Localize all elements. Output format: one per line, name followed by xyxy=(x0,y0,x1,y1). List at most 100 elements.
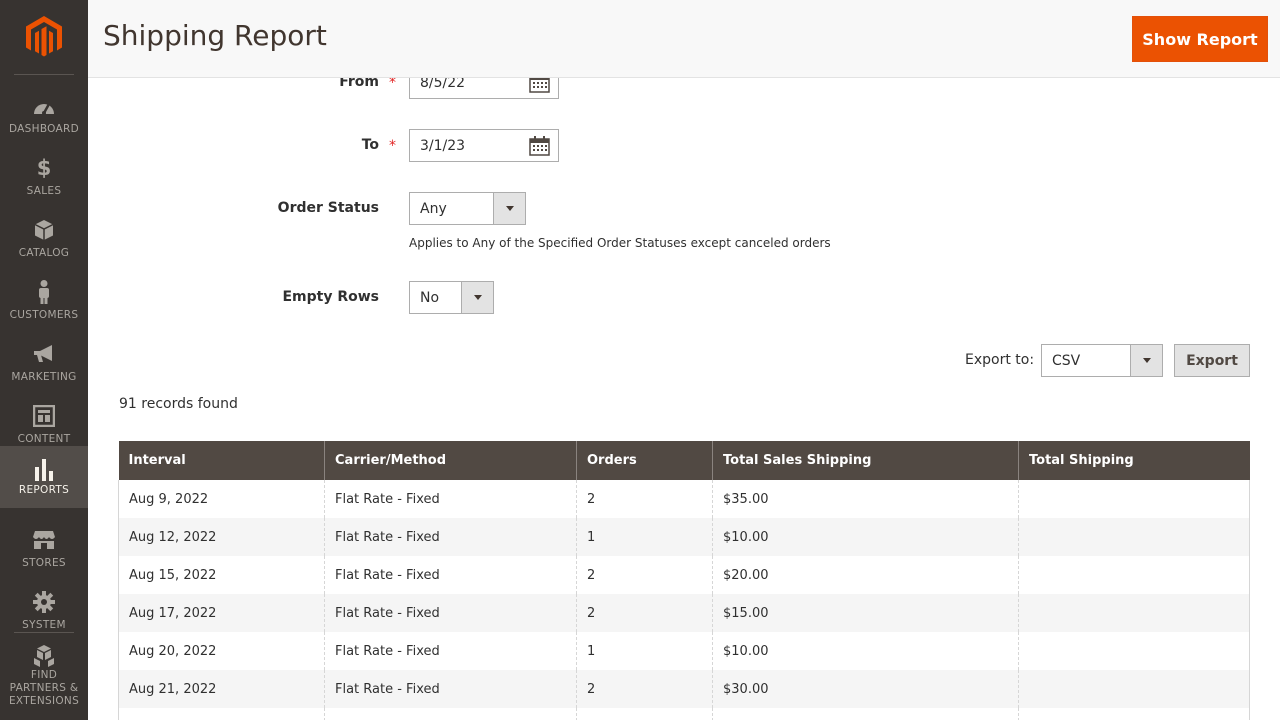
table-cell: Aug 20, 2022 xyxy=(118,632,325,670)
sidebar-item-stores[interactable]: STORES xyxy=(0,520,88,582)
table-cell xyxy=(1018,632,1250,670)
sidebar-item-dashboard[interactable]: DASHBOARD xyxy=(0,86,88,148)
table-cell: $20.00 xyxy=(712,556,1019,594)
table-cell xyxy=(1018,518,1250,556)
table-cell: 2 xyxy=(576,480,713,518)
table-cell xyxy=(712,708,1019,720)
column-header-orders[interactable]: Orders xyxy=(576,441,713,480)
table-cell: Flat Rate - Fixed xyxy=(324,594,577,632)
empty-rows-select[interactable]: No xyxy=(409,281,494,314)
table-row: Aug 17, 2022 Flat Rate - Fixed 2 $15.00 xyxy=(118,594,1250,632)
gear-icon xyxy=(0,590,88,614)
sidebar-item-label: DASHBOARD xyxy=(8,123,79,135)
page-header: Shipping Report Show Report xyxy=(88,0,1280,78)
sidebar-item-find-partners[interactable]: FIND PARTNERS & EXTENSIONS xyxy=(0,642,88,720)
sidebar-item-catalog[interactable]: CATALOG xyxy=(0,210,88,272)
column-header-carrier[interactable]: Carrier/Method xyxy=(324,441,577,480)
sidebar-item-label: REPORTS xyxy=(18,484,70,496)
dashboard-icon xyxy=(0,94,88,118)
table-cell: $30.00 xyxy=(712,670,1019,708)
sidebar-item-system[interactable]: SYSTEM xyxy=(0,582,88,644)
table-cell: Flat Rate - Fixed xyxy=(324,480,577,518)
sidebar-item-sales[interactable]: $ SALES xyxy=(0,148,88,210)
sidebar-item-label: CATALOG xyxy=(18,247,70,259)
table-cell: Aug 17, 2022 xyxy=(118,594,325,632)
table-cell xyxy=(576,708,713,720)
order-status-label: Order Status xyxy=(277,200,379,216)
column-header-total-sales-shipping[interactable]: Total Sales Shipping xyxy=(712,441,1019,480)
table-row: Aug 9, 2022 Flat Rate - Fixed 2 $35.00 xyxy=(118,480,1250,518)
label-line: EXTENSIONS xyxy=(8,695,80,707)
export-button[interactable]: Export xyxy=(1174,344,1250,377)
empty-rows-label: Empty Rows xyxy=(282,289,379,305)
table-row: Aug 15, 2022 Flat Rate - Fixed 2 $20.00 xyxy=(118,556,1250,594)
page-title: Shipping Report xyxy=(103,19,327,52)
table-cell: $10.00 xyxy=(712,518,1019,556)
table-cell: 1 xyxy=(576,632,713,670)
person-icon xyxy=(0,280,88,304)
sidebar-divider xyxy=(14,74,74,75)
table-cell: $35.00 xyxy=(712,480,1019,518)
table-cell xyxy=(324,708,577,720)
label-line: PARTNERS & xyxy=(9,682,79,694)
export-label: Export to: xyxy=(965,352,1035,368)
table-row xyxy=(118,708,1250,720)
sidebar-item-marketing[interactable]: MARKETING xyxy=(0,334,88,396)
report-table: Interval Carrier/Method Orders Total Sal… xyxy=(118,441,1250,720)
table-row: Aug 21, 2022 Flat Rate - Fixed 2 $30.00 xyxy=(118,670,1250,708)
table-cell: $15.00 xyxy=(712,594,1019,632)
dollar-icon: $ xyxy=(36,156,52,180)
table-cell: Flat Rate - Fixed xyxy=(324,518,577,556)
box-icon xyxy=(0,218,88,242)
table-cell: Aug 15, 2022 xyxy=(118,556,325,594)
table-cell: 2 xyxy=(576,556,713,594)
show-report-button[interactable]: Show Report xyxy=(1132,16,1268,62)
table-cell: Aug 21, 2022 xyxy=(118,670,325,708)
megaphone-icon xyxy=(0,342,88,366)
label-line: FIND xyxy=(30,669,58,681)
records-count: 91 records found xyxy=(119,396,238,412)
chevron-down-icon[interactable] xyxy=(493,193,525,224)
table-cell xyxy=(1018,556,1250,594)
sidebar-item-label: MARKETING xyxy=(11,371,77,383)
order-status-note: Applies to Any of the Specified Order St… xyxy=(409,236,831,250)
order-status-value: Any xyxy=(420,200,447,217)
layout-icon xyxy=(0,404,88,428)
table-cell xyxy=(1018,594,1250,632)
bar-chart-icon xyxy=(0,458,88,482)
table-cell xyxy=(1018,480,1250,518)
boxes-icon xyxy=(0,644,88,668)
table-cell: 1 xyxy=(576,518,713,556)
table-cell: 2 xyxy=(576,670,713,708)
table-cell xyxy=(1018,670,1250,708)
order-status-select[interactable]: Any xyxy=(409,192,526,225)
to-date-input[interactable]: 3/1/23 xyxy=(409,129,559,162)
export-format-select[interactable]: CSV xyxy=(1041,344,1163,377)
magento-logo-icon[interactable] xyxy=(22,14,66,60)
admin-sidebar: DASHBOARD $ SALES CATALOG CUSTOMERS MARK… xyxy=(0,0,88,720)
sidebar-item-reports[interactable]: REPORTS xyxy=(0,446,88,508)
chevron-down-icon[interactable] xyxy=(1130,345,1162,376)
sidebar-item-label: CONTENT xyxy=(17,433,71,445)
column-header-total-shipping[interactable]: Total Shipping xyxy=(1018,441,1250,480)
table-cell: Aug 9, 2022 xyxy=(118,480,325,518)
column-header-interval[interactable]: Interval xyxy=(118,441,325,480)
required-mark: * xyxy=(389,138,396,154)
table-cell: Flat Rate - Fixed xyxy=(324,632,577,670)
sidebar-item-label: SYSTEM xyxy=(22,619,66,631)
sidebar-item-label: FIND PARTNERS & EXTENSIONS xyxy=(0,669,88,708)
storefront-icon xyxy=(0,528,88,552)
to-label: To xyxy=(361,137,379,153)
table-cell: Flat Rate - Fixed xyxy=(324,670,577,708)
export-format-value: CSV xyxy=(1052,352,1081,369)
sidebar-divider xyxy=(14,632,74,633)
sidebar-item-label: CUSTOMERS xyxy=(9,309,79,321)
table-cell xyxy=(118,708,325,720)
table-cell: 2 xyxy=(576,594,713,632)
chevron-down-icon[interactable] xyxy=(461,282,493,313)
sidebar-item-customers[interactable]: CUSTOMERS xyxy=(0,272,88,334)
calendar-icon[interactable] xyxy=(529,136,550,156)
to-date-value: 3/1/23 xyxy=(420,137,466,154)
sidebar-item-label: STORES xyxy=(22,557,66,569)
empty-rows-value: No xyxy=(420,289,440,306)
